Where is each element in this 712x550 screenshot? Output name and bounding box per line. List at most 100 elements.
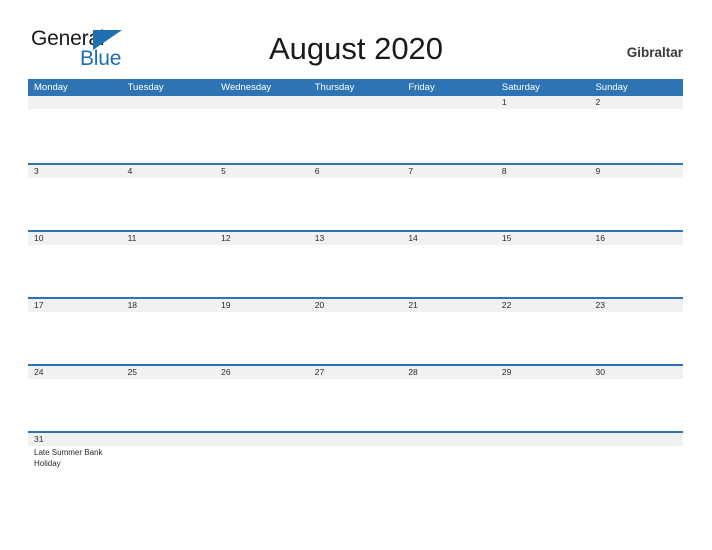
- day-cell[interactable]: [215, 433, 309, 483]
- day-cell[interactable]: [121, 96, 216, 163]
- day-cell[interactable]: 10: [28, 232, 122, 297]
- day-cell[interactable]: 19: [215, 299, 309, 364]
- day-cell[interactable]: [121, 433, 216, 483]
- day-cell[interactable]: 26: [215, 366, 309, 431]
- day-number: 31: [34, 434, 44, 444]
- week-row: 31 Late Summer Bank Holiday: [28, 431, 684, 483]
- day-cell[interactable]: 4: [121, 165, 216, 230]
- day-number: 10: [34, 233, 44, 243]
- day-number: 14: [408, 233, 418, 243]
- day-band: [121, 96, 216, 109]
- day-band: [308, 433, 403, 446]
- day-band: [308, 96, 403, 109]
- week-row: 17 18 19 20 21 22 23: [28, 297, 684, 364]
- day-cell[interactable]: [589, 433, 684, 483]
- day-number: 1: [501, 97, 507, 107]
- day-band: [589, 433, 684, 446]
- day-band: [308, 165, 403, 178]
- day-band: [589, 96, 684, 109]
- day-band: [589, 165, 684, 178]
- day-cell[interactable]: 29: [495, 366, 590, 431]
- day-number: 17: [34, 300, 44, 310]
- day-cell[interactable]: 17: [28, 299, 122, 364]
- day-number: 30: [595, 367, 605, 377]
- day-number: 23: [595, 300, 605, 310]
- day-cell[interactable]: 21: [402, 299, 496, 364]
- day-number: 28: [408, 367, 418, 377]
- week-row: 1 2: [28, 96, 684, 163]
- week-row: 24 25 26 27 28 29 30: [28, 364, 684, 431]
- day-cell[interactable]: 22: [495, 299, 590, 364]
- day-band: [495, 433, 590, 446]
- day-number: 6: [314, 166, 320, 176]
- day-cell[interactable]: 30: [589, 366, 684, 431]
- day-number: 7: [408, 166, 414, 176]
- day-cell[interactable]: [308, 96, 403, 163]
- day-cell[interactable]: 20: [308, 299, 403, 364]
- day-band: [495, 165, 590, 178]
- day-cell[interactable]: 28: [402, 366, 496, 431]
- day-cell[interactable]: 5: [215, 165, 309, 230]
- day-cell[interactable]: 14: [402, 232, 496, 297]
- day-number: 19: [221, 300, 231, 310]
- day-cell[interactable]: [308, 433, 403, 483]
- day-band: [402, 433, 496, 446]
- day-cell[interactable]: 25: [121, 366, 216, 431]
- day-cell[interactable]: 2: [589, 96, 684, 163]
- day-cell[interactable]: 27: [308, 366, 403, 431]
- day-number: 27: [314, 367, 325, 377]
- day-cell[interactable]: 12: [215, 232, 309, 297]
- weekday-header-row: Monday Tuesday Wednesday Thursday Friday…: [28, 79, 683, 96]
- day-cell[interactable]: 31 Late Summer Bank Holiday: [28, 433, 122, 483]
- day-band: [495, 96, 590, 109]
- calendar-page: General Blue August 2020 Gibraltar Monda…: [0, 0, 712, 550]
- day-band: [215, 433, 309, 446]
- day-number: 11: [127, 233, 137, 243]
- week-row: 10 11 12 13 14 15 16: [28, 230, 684, 297]
- day-band: [402, 165, 496, 178]
- day-cell[interactable]: [402, 433, 496, 483]
- day-cell[interactable]: 11: [121, 232, 216, 297]
- day-cell[interactable]: 24: [28, 366, 122, 431]
- day-number: 4: [127, 166, 133, 176]
- day-number: 2: [595, 97, 601, 107]
- day-cell[interactable]: 1: [495, 96, 590, 163]
- weekday-header-saturday: Saturday: [501, 82, 540, 93]
- day-cell[interactable]: [402, 96, 496, 163]
- day-number: 20: [314, 300, 325, 310]
- day-number: 8: [501, 166, 507, 176]
- day-cell[interactable]: 13: [308, 232, 403, 297]
- day-number: 16: [595, 233, 605, 243]
- day-band: [215, 96, 309, 109]
- day-cell[interactable]: 16: [589, 232, 684, 297]
- day-band: [402, 96, 496, 109]
- page-title: August 2020: [268, 31, 444, 66]
- day-number: 9: [595, 166, 601, 176]
- day-number: 26: [221, 367, 231, 377]
- day-cell[interactable]: [495, 433, 590, 483]
- day-band: [215, 165, 309, 178]
- day-cell[interactable]: 18: [121, 299, 216, 364]
- day-cell[interactable]: 3: [28, 165, 122, 230]
- day-number: 5: [221, 166, 226, 176]
- day-cell[interactable]: 23: [589, 299, 684, 364]
- locale-label: Gibraltar: [626, 45, 683, 60]
- weekday-header-monday: Monday: [34, 82, 68, 93]
- weekday-header-tuesday: Tuesday: [127, 82, 164, 93]
- day-cell[interactable]: 15: [495, 232, 590, 297]
- day-cell[interactable]: 7: [402, 165, 496, 230]
- weekday-header-wednesday: Wednesday: [221, 82, 272, 93]
- day-cell[interactable]: 8: [495, 165, 590, 230]
- day-cell[interactable]: 6: [308, 165, 403, 230]
- weekday-header-thursday: Thursday: [314, 82, 355, 93]
- day-event-label: Late Summer Bank Holiday: [34, 448, 103, 468]
- day-number: 12: [221, 233, 231, 243]
- day-number: 18: [127, 300, 138, 310]
- day-cell[interactable]: [28, 96, 122, 163]
- day-cell[interactable]: 9: [589, 165, 684, 230]
- calendar-grid: Monday Tuesday Wednesday Thursday Friday…: [28, 79, 684, 483]
- day-cell[interactable]: [215, 96, 309, 163]
- weekday-header-friday: Friday: [408, 82, 435, 93]
- day-band: [28, 96, 122, 109]
- week-row: 3 4 5 6 7 8 9: [28, 163, 684, 230]
